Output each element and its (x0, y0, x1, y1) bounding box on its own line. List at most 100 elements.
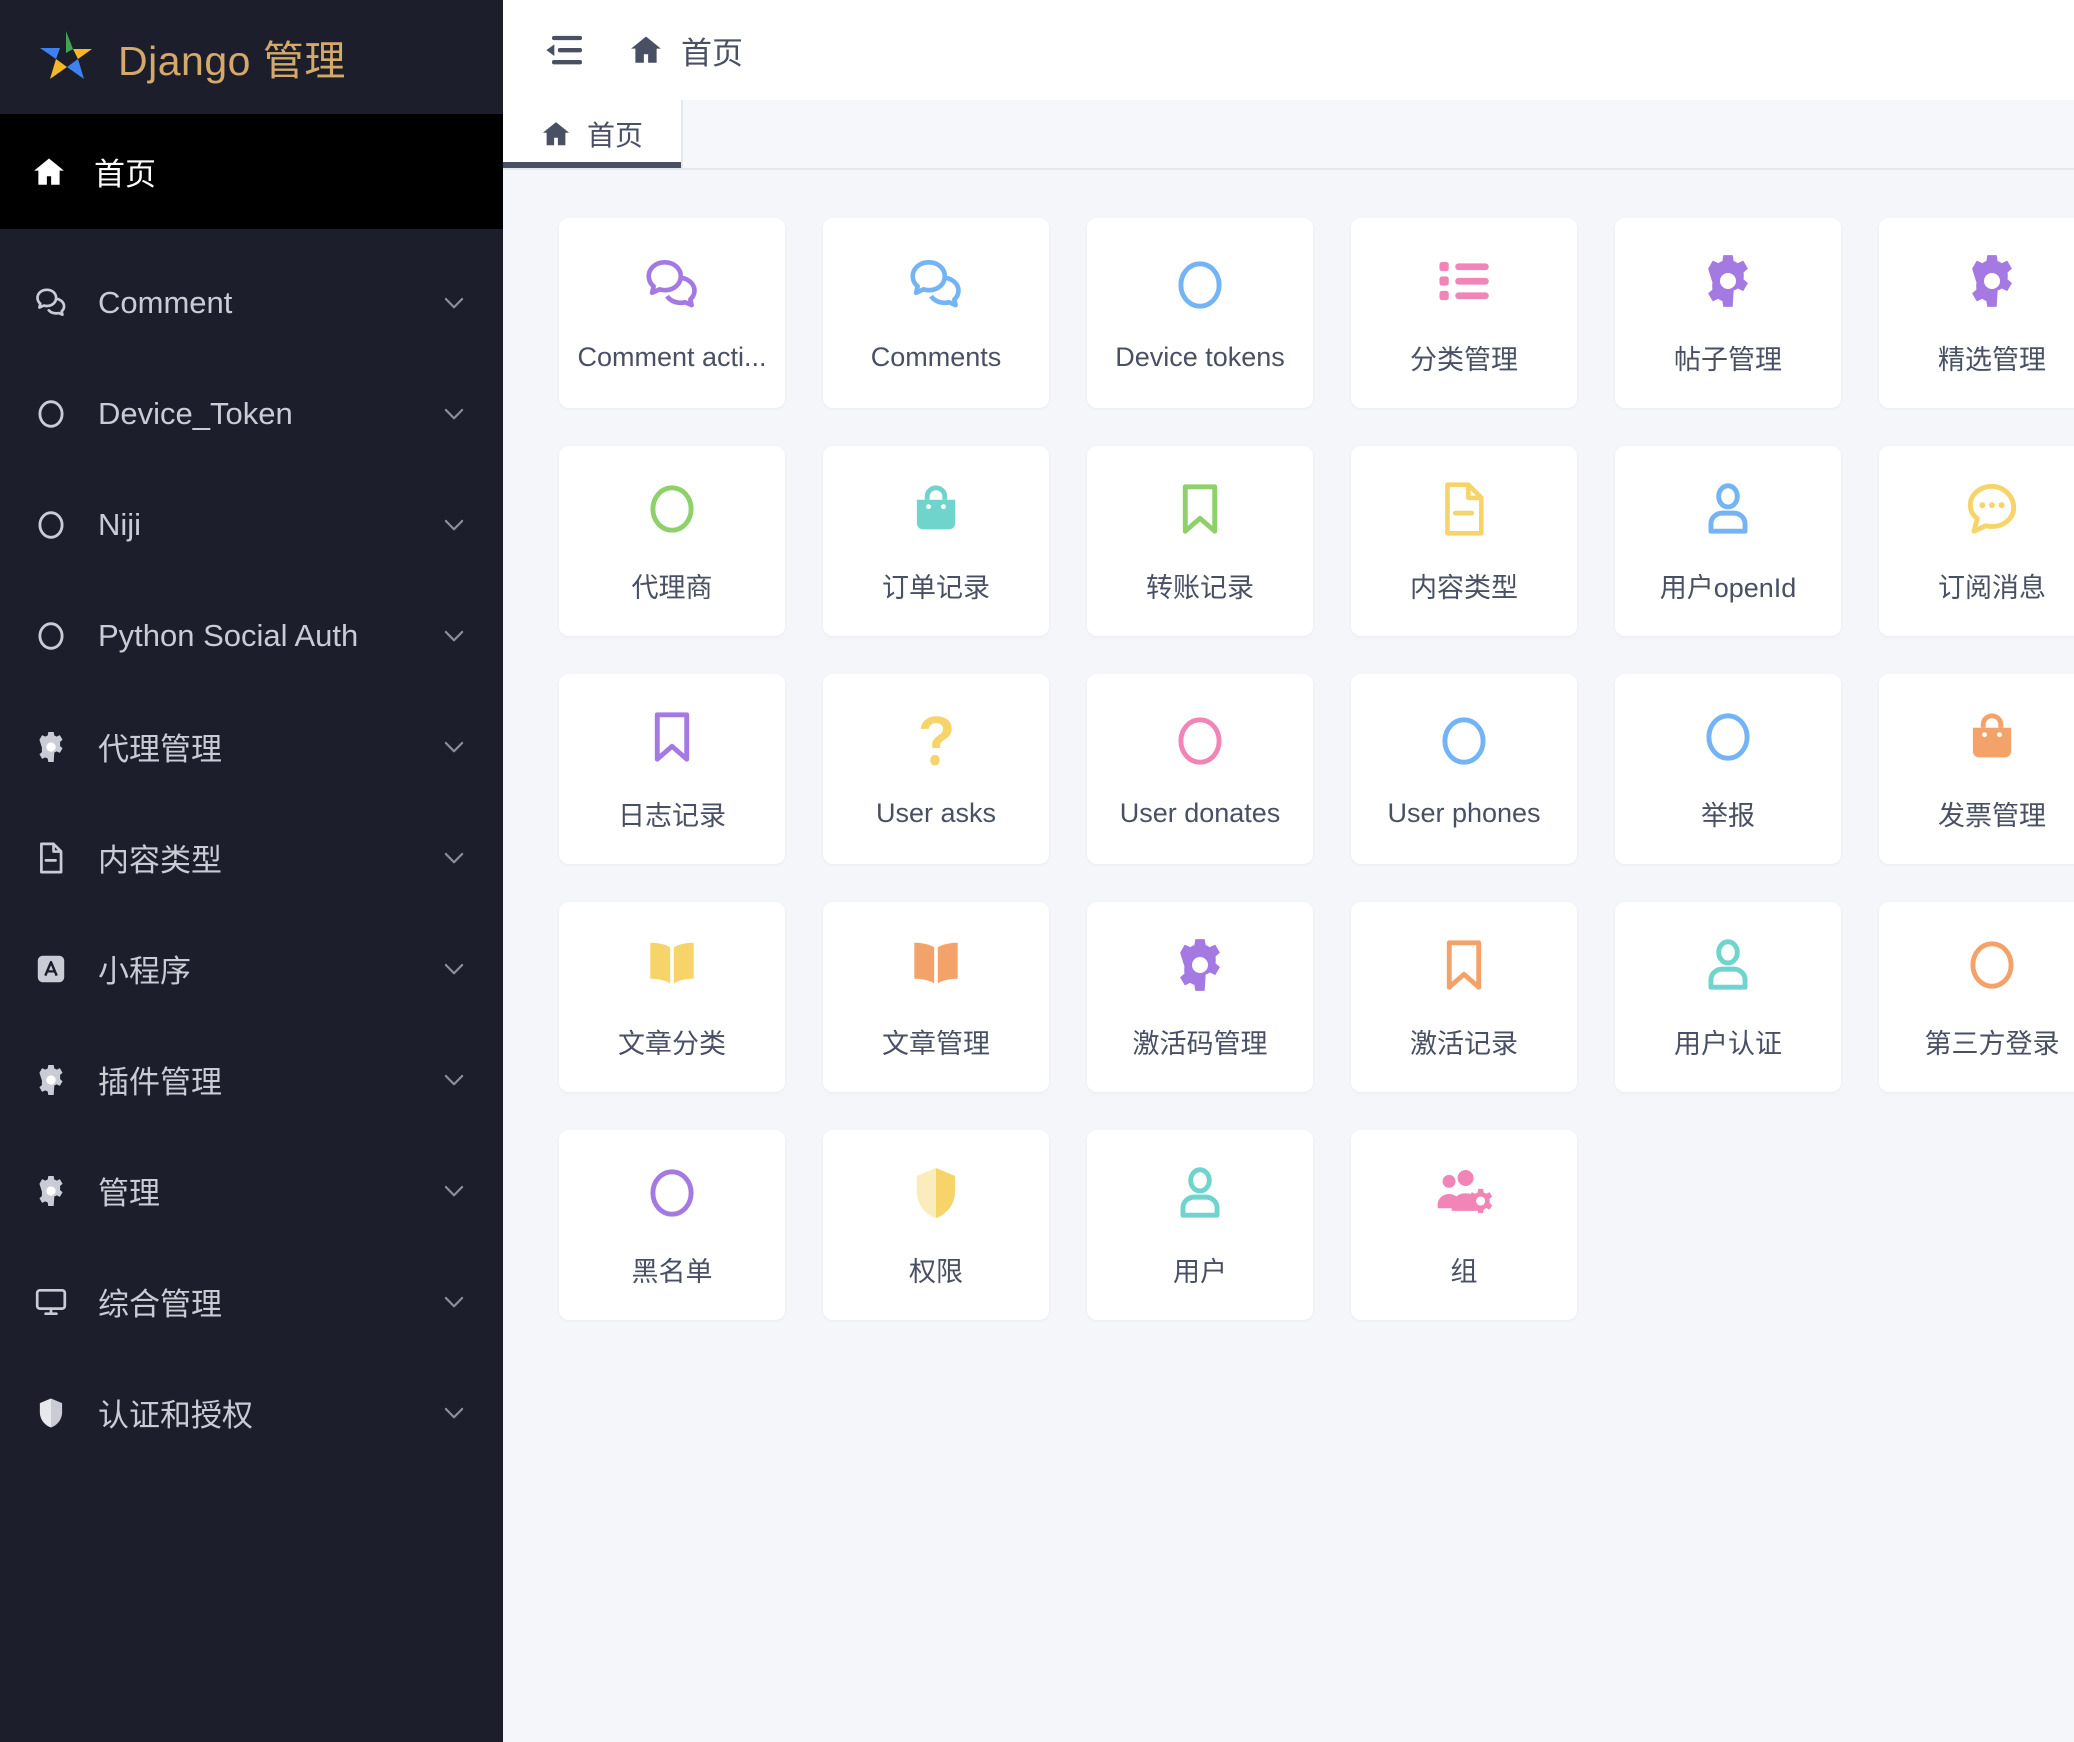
app-card[interactable]: 订单记录 (823, 446, 1049, 636)
app-card[interactable]: 分类管理 (1351, 218, 1577, 408)
sidebar-item-2[interactable]: Niji (0, 469, 503, 580)
bookmark-icon (641, 706, 703, 768)
chevron-down-icon[interactable] (439, 954, 469, 984)
app-card[interactable]: Device tokens (1087, 218, 1313, 408)
app-card[interactable]: 激活记录 (1351, 902, 1577, 1092)
brand-header[interactable]: Django 管理 (0, 0, 503, 114)
user-icon (1697, 934, 1759, 996)
menu-collapse-icon[interactable] (541, 29, 583, 71)
chat-icon (32, 284, 70, 322)
sidebar-item-10[interactable]: 认证和授权 (0, 1357, 503, 1468)
chevron-down-icon[interactable] (439, 732, 469, 762)
bookmark-icon (1433, 934, 1495, 996)
app-card[interactable]: Comments (823, 218, 1049, 408)
sidebar-item-label: Comment (98, 284, 233, 320)
sidebar-item-label: 管理 (98, 1176, 160, 1211)
app-card[interactable]: 用户认证 (1615, 902, 1841, 1092)
chat-bubbles-icon (641, 254, 703, 316)
chevron-down-icon[interactable] (439, 510, 469, 540)
tab-home[interactable]: 首页 (503, 100, 684, 168)
app-card[interactable]: 举报 (1615, 674, 1841, 864)
app-card[interactable]: 精选管理 (1879, 218, 2074, 408)
app-card[interactable]: 帖子管理 (1615, 218, 1841, 408)
user-icon (1697, 478, 1759, 540)
circle-icon (641, 478, 703, 540)
app-card[interactable]: 权限 (823, 1130, 1049, 1320)
app-card[interactable]: 黑名单 (559, 1130, 785, 1320)
breadcrumb[interactable]: 首页 (629, 28, 743, 73)
app-card[interactable]: 用户 (1087, 1130, 1313, 1320)
app-card-label: 文章分类 (618, 1028, 726, 1059)
app-card-label: Comments (870, 341, 1002, 372)
app-card-label: 文章管理 (882, 1028, 990, 1059)
sidebar-item-8[interactable]: 管理 (0, 1135, 503, 1246)
chevron-down-icon[interactable] (439, 1176, 469, 1206)
app-card-label: 用户认证 (1674, 1028, 1782, 1059)
chat-bubbles-icon (905, 254, 967, 316)
home-icon (541, 119, 571, 149)
circle-icon (1169, 254, 1231, 316)
app-card[interactable]: 激活码管理 (1087, 902, 1313, 1092)
app-card[interactable]: User donates (1087, 674, 1313, 864)
app-card-label: 日志记录 (618, 800, 726, 831)
app-card-label: 精选管理 (1938, 344, 2046, 375)
tab-label: 首页 (587, 120, 644, 151)
app-card[interactable]: User asks (823, 674, 1049, 864)
app-card-label: 用户openId (1659, 572, 1797, 603)
app-card[interactable]: 文章分类 (559, 902, 785, 1092)
sidebar-item-label: 小程序 (98, 954, 191, 989)
app-card[interactable]: 第三方登录 (1879, 902, 2074, 1092)
sidebar-item-9[interactable]: 综合管理 (0, 1246, 503, 1357)
circle-icon (1697, 706, 1759, 768)
sidebar-item-label: Python Social Auth (98, 617, 359, 653)
chevron-down-icon[interactable] (439, 1287, 469, 1317)
sidebar-item-0[interactable]: Comment (0, 247, 503, 358)
circle-icon (1169, 710, 1231, 772)
sidebar-item-home[interactable]: 首页 (0, 114, 503, 229)
chevron-down-icon[interactable] (439, 288, 469, 318)
sidebar-item-4[interactable]: 代理管理 (0, 691, 503, 802)
app-card[interactable]: 代理商 (559, 446, 785, 636)
sidebar-item-7[interactable]: 插件管理 (0, 1024, 503, 1135)
gear-icon (32, 1172, 70, 1210)
chevron-down-icon[interactable] (439, 843, 469, 873)
app-card-label: 用户 (1173, 1256, 1227, 1287)
app-card[interactable]: 内容类型 (1351, 446, 1577, 636)
sidebar-item-1[interactable]: Device_Token (0, 358, 503, 469)
shield-icon (905, 1162, 967, 1224)
tab-bar: 首页 (503, 100, 2074, 170)
chevron-down-icon[interactable] (439, 1065, 469, 1095)
breadcrumb-label: 首页 (681, 35, 743, 71)
app-card[interactable]: 转账记录 (1087, 446, 1313, 636)
chevron-down-icon[interactable] (439, 399, 469, 429)
sidebar-item-5[interactable]: 内容类型 (0, 802, 503, 913)
gear-icon (1169, 934, 1231, 996)
gear-icon (1697, 250, 1759, 312)
app-card[interactable]: 日志记录 (559, 674, 785, 864)
sidebar-item-6[interactable]: 小程序 (0, 913, 503, 1024)
sidebar-item-label: 插件管理 (98, 1065, 222, 1100)
app-card[interactable]: 订阅消息 (1879, 446, 2074, 636)
app-card[interactable]: User phones (1351, 674, 1577, 864)
sidebar-item-label: Niji (98, 506, 142, 542)
gear-icon (1961, 250, 2023, 312)
document-icon (32, 839, 70, 877)
home-icon (629, 33, 663, 67)
app-card[interactable]: 组 (1351, 1130, 1577, 1320)
chevron-down-icon[interactable] (439, 621, 469, 651)
chevron-down-icon[interactable] (439, 1398, 469, 1428)
app-card[interactable]: 文章管理 (823, 902, 1049, 1092)
app-card[interactable]: 发票管理 (1879, 674, 2074, 864)
user-icon (1169, 1162, 1231, 1224)
app-card[interactable]: 用户openId (1615, 446, 1841, 636)
shopping-bag-icon (1961, 706, 2023, 768)
app-card-label: User asks (875, 797, 997, 828)
app-card[interactable]: Comment acti... (559, 218, 785, 408)
sidebar-item-3[interactable]: Python Social Auth (0, 580, 503, 691)
app-card-label: 帖子管理 (1674, 344, 1782, 375)
shield-icon (32, 1394, 70, 1432)
circle-icon (32, 395, 70, 433)
circle-icon (641, 1162, 703, 1224)
circle-icon (32, 506, 70, 544)
app-card-label: 转账记录 (1146, 572, 1254, 603)
